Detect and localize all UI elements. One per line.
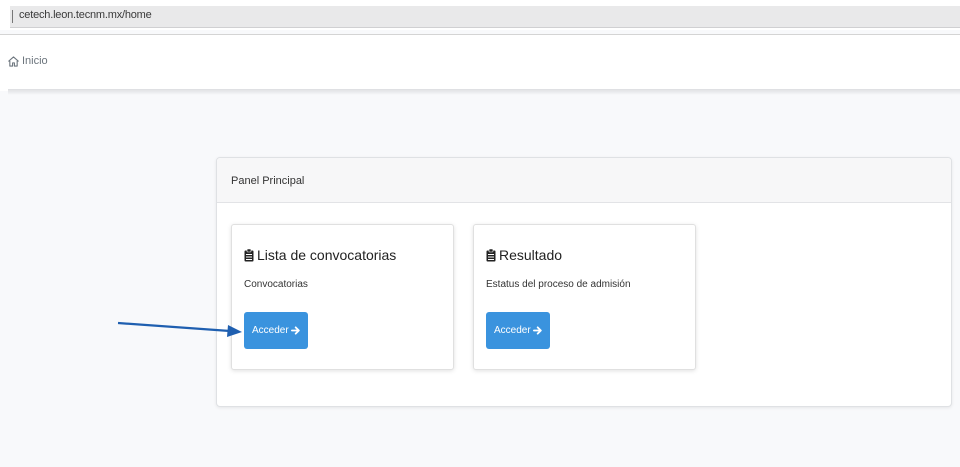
card-convocatorias: Lista de convocatorias Convocatorias Acc… [231, 224, 454, 370]
card-resultado-title: Resultado [499, 247, 563, 263]
acceder-convocatorias-label: Acceder [252, 325, 289, 336]
clipboard-icon [486, 248, 496, 261]
arrow-right-icon [290, 326, 300, 335]
arrow-right-icon [532, 326, 542, 335]
top-navbar: Inicio [0, 35, 960, 91]
browser-address-bar: cetech.leon.tecnm.mx/home [0, 0, 960, 30]
card-resultado-subtitle: Estatus del proceso de admisión [486, 279, 631, 290]
card-convocatorias-heading: Lista de convocatorias [244, 247, 396, 263]
navbar-shadow [8, 89, 960, 95]
card-resultado-heading: Resultado [486, 247, 562, 263]
main-panel-title: Panel Principal [231, 175, 305, 187]
main-panel: Panel Principal Lista de convocatorias C… [216, 157, 952, 407]
home-link[interactable]: Inicio [8, 55, 48, 67]
home-icon [8, 55, 19, 67]
acceder-resultado-button[interactable]: Acceder [486, 312, 550, 349]
card-resultado: Resultado Estatus del proceso de admisió… [473, 224, 696, 370]
acceder-resultado-label: Acceder [494, 325, 531, 336]
text-cursor [12, 10, 13, 23]
annotation-arrow-icon [117, 321, 242, 337]
card-convocatorias-title: Lista de convocatorias [257, 247, 397, 263]
url-field[interactable]: cetech.leon.tecnm.mx/home [10, 6, 960, 28]
card-convocatorias-subtitle: Convocatorias [244, 279, 308, 290]
url-text: cetech.leon.tecnm.mx/home [19, 9, 152, 21]
acceder-convocatorias-button[interactable]: Acceder [244, 312, 308, 349]
clipboard-icon [244, 248, 254, 261]
main-panel-header: Panel Principal [217, 158, 951, 203]
home-link-label: Inicio [22, 55, 48, 67]
